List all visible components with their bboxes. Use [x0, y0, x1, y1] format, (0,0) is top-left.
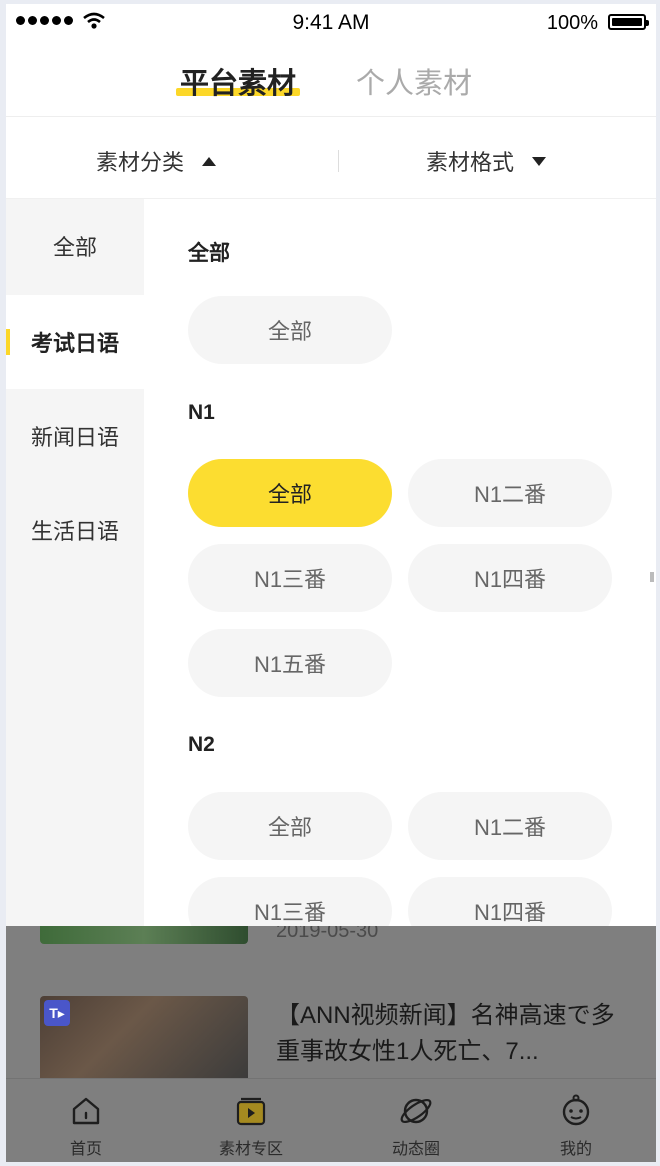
- section-title-n2: N2: [188, 733, 215, 756]
- tab-platform-label: 平台素材: [180, 68, 297, 100]
- category-item-all[interactable]: 全部: [6, 199, 144, 293]
- chip-n2-part3[interactable]: N1三番: [188, 877, 392, 926]
- list-item-thumbnail: [40, 926, 248, 944]
- caret-up-icon: [202, 156, 217, 166]
- news-title: 【ANN视频新闻】名神高速で多重事故女性1人死亡、7...: [276, 1002, 615, 1065]
- battery-percent: 100%: [546, 12, 598, 34]
- category-item-news-japanese[interactable]: 新闻日语: [6, 389, 144, 483]
- category-item-life-japanese[interactable]: 生活日语: [6, 483, 144, 577]
- list-item-date: 2019-05-30: [276, 926, 379, 942]
- tab-platform-materials[interactable]: 平台素材: [176, 60, 301, 102]
- category-item-label: 考试日语: [30, 331, 119, 356]
- phone-screen: 9:41 AM 100% 平台素材 个人素材 素材分类 素材格式 全部 考试日语…: [6, 4, 656, 1162]
- planet-icon: [400, 1098, 432, 1124]
- nav-item-materials[interactable]: 素材专区: [191, 1079, 311, 1162]
- chip-n1-part2[interactable]: N1二番: [408, 459, 612, 527]
- filter-divider: [338, 150, 339, 172]
- face-icon: [562, 1094, 590, 1126]
- section-title-n1: N1: [188, 401, 215, 424]
- nav-item-moments[interactable]: 动态圈: [356, 1079, 476, 1162]
- nav-item-home[interactable]: 首页: [26, 1079, 146, 1162]
- chip-n2-all[interactable]: 全部: [188, 792, 392, 860]
- nav-label-profile: 我的: [559, 1141, 592, 1158]
- active-indicator: [6, 329, 10, 355]
- nav-label-materials: 素材专区: [218, 1141, 283, 1158]
- scroll-indicator: [650, 572, 654, 582]
- format-filter-label: 素材格式: [426, 150, 515, 175]
- format-filter-button[interactable]: 素材格式: [426, 145, 547, 177]
- nav-label-moments: 动态圈: [391, 1141, 440, 1158]
- chip-n1-part4[interactable]: N1四番: [408, 544, 612, 612]
- subcategory-panel: 全部 全部 N1 全部 N1二番 N1三番 N1四番 N1五番 N2 全部 N1…: [144, 199, 656, 926]
- news-thumbnail: T▸: [40, 996, 248, 1082]
- nav-label-home: 首页: [69, 1141, 102, 1158]
- video-folder-icon: [236, 1097, 266, 1126]
- caret-down-icon: [532, 156, 547, 166]
- section-title-all: 全部: [188, 242, 230, 265]
- tab-personal-materials[interactable]: 个人素材: [356, 60, 472, 102]
- nav-item-profile[interactable]: 我的: [516, 1079, 636, 1162]
- category-item-exam-japanese[interactable]: 考试日语: [6, 295, 144, 389]
- chip-all[interactable]: 全部: [188, 296, 392, 364]
- category-filter-button[interactable]: 素材分类: [96, 145, 217, 177]
- chip-n2-part4[interactable]: N1四番: [408, 877, 612, 926]
- category-filter-label: 素材分类: [96, 150, 185, 175]
- status-bar: 9:41 AM 100%: [6, 4, 656, 44]
- battery-icon: [608, 14, 649, 30]
- category-sidebar: 全部 考试日语 新闻日语 生活日语: [6, 199, 144, 926]
- bottom-nav: 首页 素材专区 动态圈 我的: [6, 1078, 656, 1162]
- chip-n1-part5[interactable]: N1五番: [188, 629, 392, 697]
- video-badge-icon: T▸: [44, 1000, 70, 1026]
- filter-bar: 素材分类 素材格式: [6, 117, 656, 199]
- home-icon: [72, 1097, 100, 1125]
- chip-n1-part3[interactable]: N1三番: [188, 544, 392, 612]
- chip-n2-part2[interactable]: N1二番: [408, 792, 612, 860]
- material-tabs: 平台素材 个人素材: [6, 60, 656, 100]
- chip-n1-all[interactable]: 全部: [188, 459, 392, 527]
